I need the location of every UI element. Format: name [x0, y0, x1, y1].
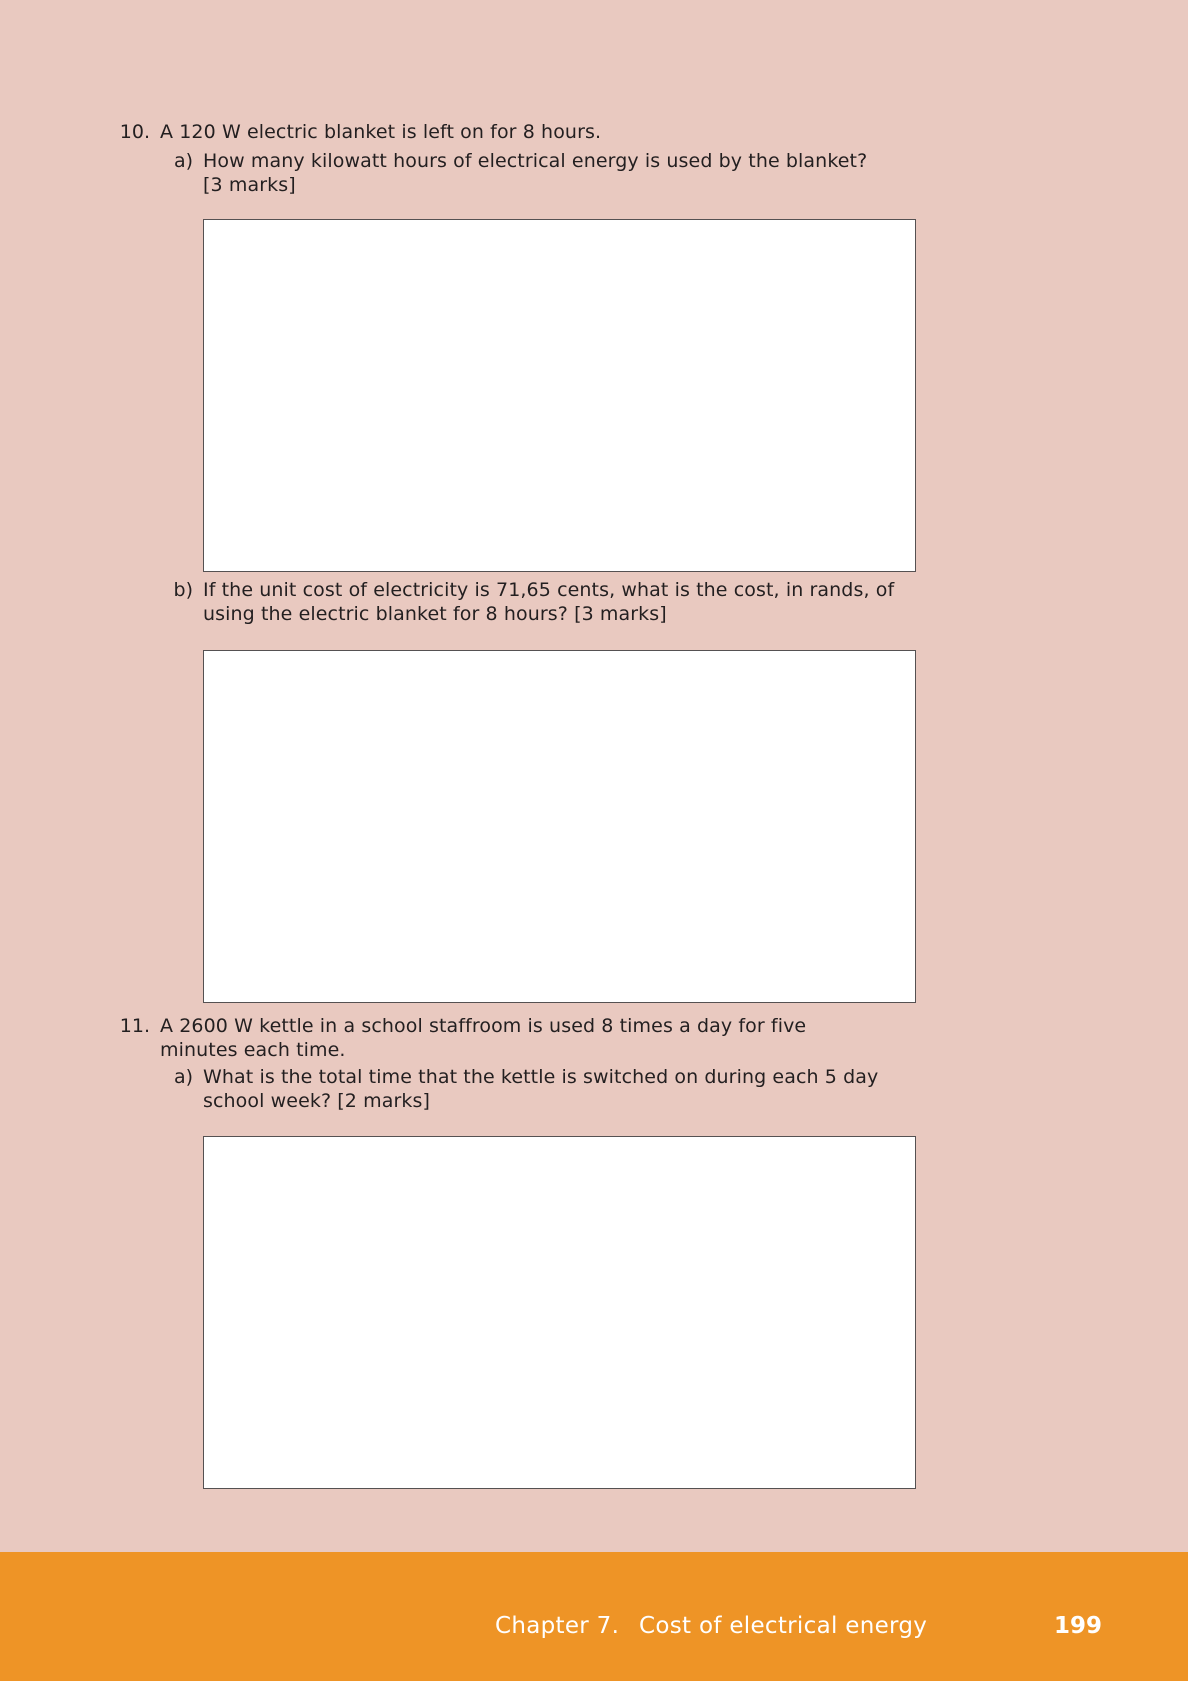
part-text-line: using the electric blanket for 8 hours? … [203, 603, 667, 625]
question-text: A 2600 W kettle in a school staffroom is… [160, 1015, 807, 1037]
part-label: b) [173, 579, 193, 601]
part-label: a) [173, 150, 193, 172]
question-number: 10. [119, 121, 150, 143]
part-text-line: What is the total time that the kettle i… [203, 1066, 879, 1088]
part-text-line: How many kilowatt hours of electrical en… [203, 150, 868, 172]
question-text: minutes each time. [160, 1039, 346, 1061]
answer-box[interactable] [203, 1136, 916, 1489]
chapter-title: Cost of electrical energy [639, 1613, 928, 1639]
question-text: A 120 W electric blanket is left on for … [160, 121, 602, 143]
part-label: a) [173, 1066, 193, 1088]
part-text-line: [3 marks] [203, 174, 296, 196]
part-text-line: If the unit cost of electricity is 71,65… [203, 579, 895, 601]
part-text-line: school week? [2 marks] [203, 1090, 431, 1112]
page-footer: Chapter 7. Cost of electrical energy 199 [0, 1552, 1188, 1681]
answer-box[interactable] [203, 219, 916, 572]
chapter-label: Chapter 7. [495, 1613, 620, 1639]
answer-box[interactable] [203, 650, 916, 1003]
question-number: 11. [119, 1015, 150, 1037]
worksheet-page: 10. A 120 W electric blanket is left on … [0, 0, 1188, 1552]
page-number: 199 [1054, 1613, 1103, 1639]
